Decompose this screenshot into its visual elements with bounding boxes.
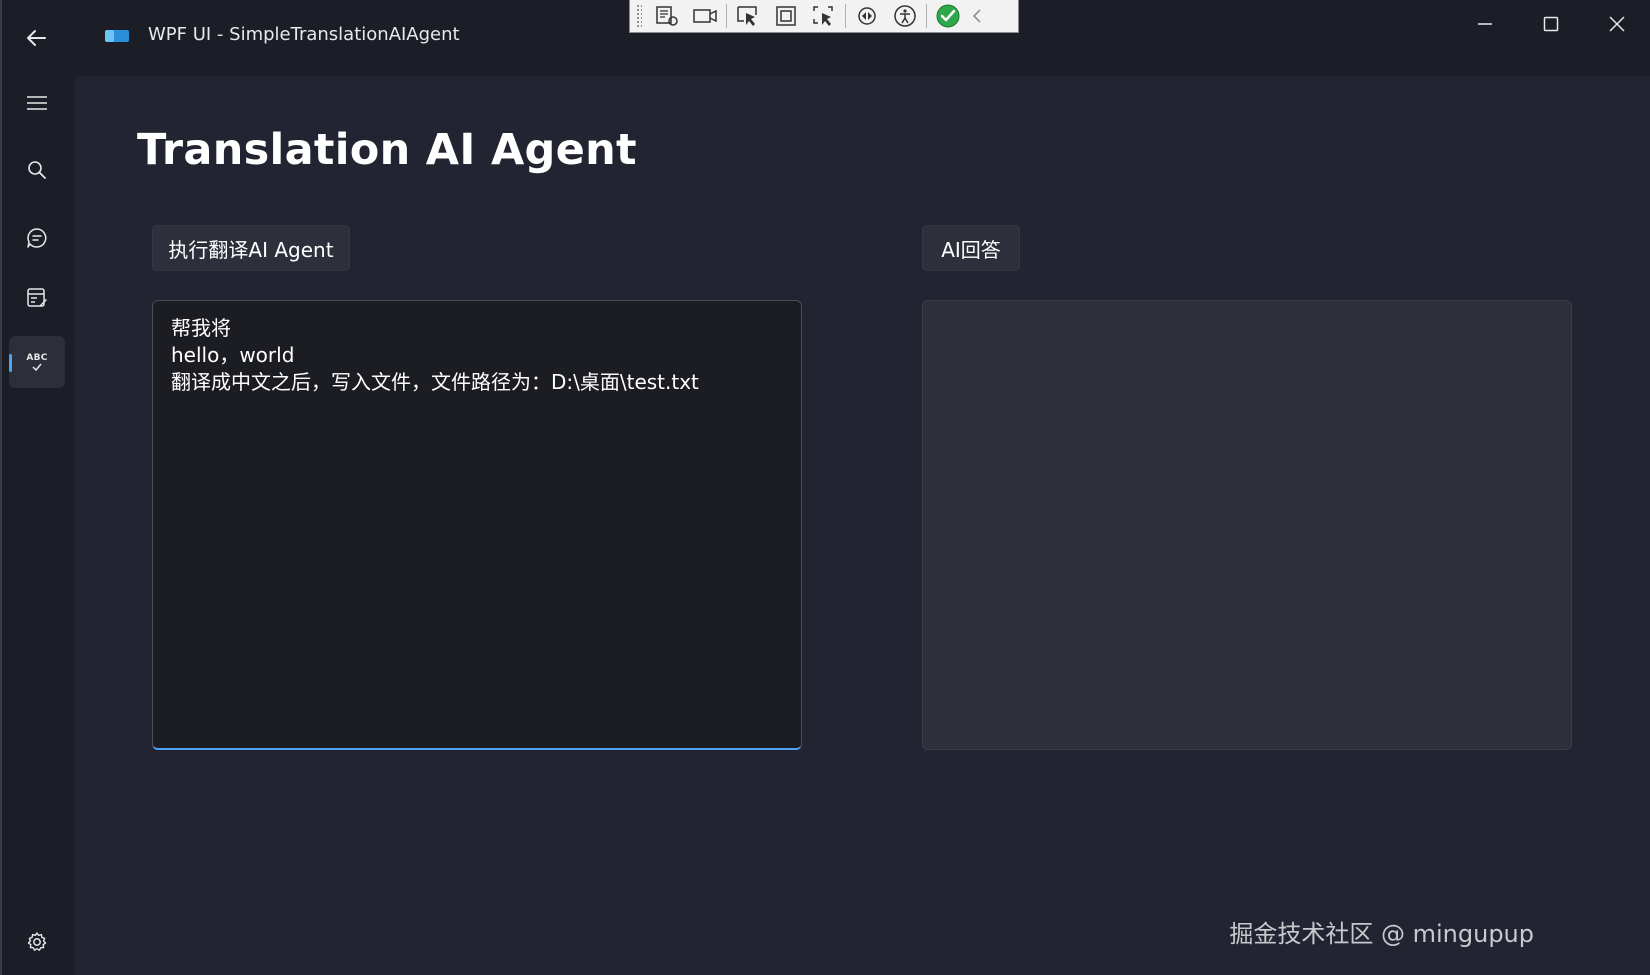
pointer-select-icon[interactable] [729, 1, 767, 31]
ai-answer-button[interactable]: AI回答 [922, 225, 1020, 271]
close-button[interactable] [1593, 10, 1641, 38]
layout-adorner-icon[interactable] [767, 1, 805, 31]
back-button[interactable] [18, 22, 54, 54]
camera-icon[interactable] [686, 1, 724, 31]
sidebar-item-menu[interactable] [9, 77, 65, 129]
collapse-chevron-icon[interactable] [967, 1, 987, 31]
ai-response-output[interactable] [922, 300, 1572, 750]
active-indicator [9, 354, 12, 372]
navigation-sidebar: ABC [0, 72, 74, 975]
sidebar-item-form[interactable] [9, 272, 65, 324]
minimize-icon [1478, 23, 1492, 25]
abc-check-icon: ABC [26, 352, 48, 371]
toolbar-separator [726, 4, 727, 28]
minimize-button[interactable] [1461, 10, 1509, 38]
maximize-icon [1543, 16, 1559, 32]
window-title: WPF UI - SimpleTranslationAIAgent [148, 24, 460, 45]
toolbar-separator [845, 4, 846, 28]
sidebar-item-translation[interactable]: ABC [9, 336, 65, 388]
back-arrow-icon [27, 30, 46, 46]
close-icon [1609, 16, 1625, 32]
prompt-input[interactable]: 帮我将 hello，world 翻译成中文之后，写入文件，文件路径为：D:\桌面… [152, 300, 802, 750]
search-icon [28, 161, 46, 179]
maximize-button[interactable] [1527, 10, 1575, 38]
app-window: WPF UI - SimpleTranslationAIAgent ABC Tr… [0, 0, 1650, 975]
drag-grip[interactable] [636, 4, 642, 28]
gear-icon [27, 932, 47, 951]
toolbar-separator [926, 4, 927, 28]
track-focus-icon[interactable] [805, 1, 843, 31]
form-edit-icon [27, 288, 47, 307]
hot-reload-icon[interactable] [848, 1, 886, 31]
watermark: 掘金技术社区 @ mingupup [1229, 920, 1534, 948]
hamburger-icon [27, 96, 47, 110]
select-element-icon[interactable] [648, 1, 686, 31]
check-status-icon[interactable] [929, 1, 967, 31]
sidebar-item-chat[interactable] [9, 212, 65, 264]
run-translation-agent-button[interactable]: 执行翻译AI Agent [152, 225, 350, 271]
settings-button[interactable] [17, 922, 57, 962]
page-title: Translation AI Agent [137, 125, 637, 175]
main-content: Translation AI Agent 执行翻译AI Agent AI回答 帮… [74, 76, 1650, 975]
debug-toolbar [629, 0, 1019, 33]
accessibility-icon[interactable] [886, 1, 924, 31]
abc-label: ABC [26, 352, 48, 363]
chat-icon [27, 228, 47, 248]
sidebar-item-search[interactable] [9, 144, 65, 196]
app-logo-icon [105, 30, 129, 42]
